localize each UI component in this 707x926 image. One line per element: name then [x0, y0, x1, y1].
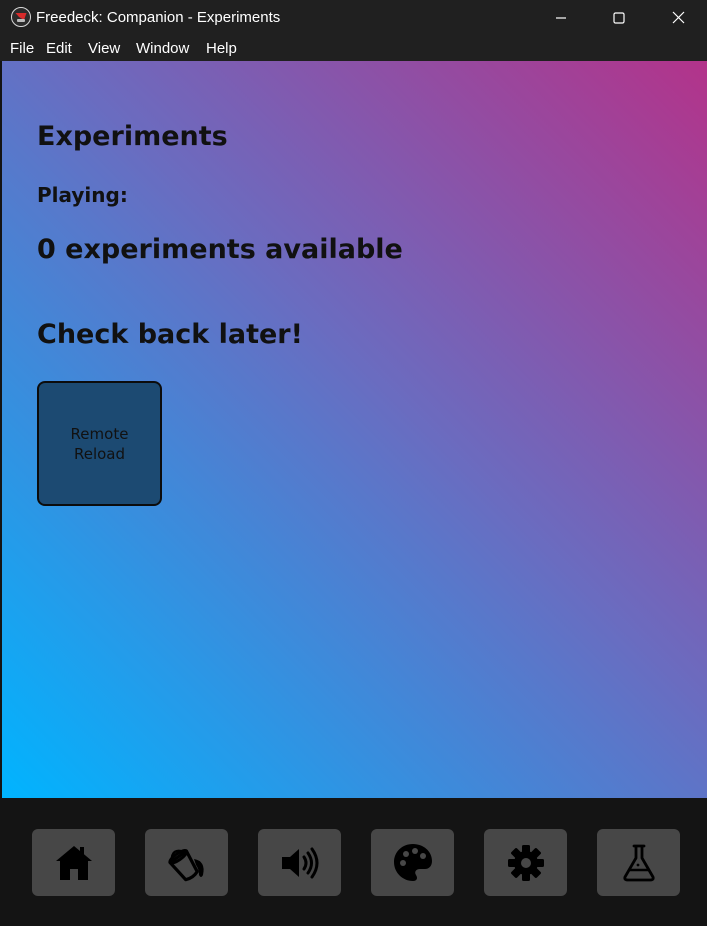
experiments-page: Experiments Playing: 0 experiments avail…	[2, 61, 707, 798]
maximize-icon	[613, 11, 625, 24]
nav-home-button[interactable]	[32, 829, 115, 896]
page-title: Experiments	[37, 121, 228, 152]
close-icon	[672, 11, 684, 24]
check-back-message: Check back later!	[37, 319, 303, 350]
palette-icon	[393, 843, 432, 881]
menu-edit[interactable]: Edit	[46, 35, 72, 61]
menu-file[interactable]: File	[10, 35, 34, 61]
paint-bucket-icon	[167, 848, 204, 881]
maximize-button[interactable]	[590, 0, 648, 35]
flask-icon	[622, 844, 655, 881]
nav-sound-button[interactable]	[258, 829, 341, 896]
remote-reload-label: Remote Reload	[70, 424, 129, 463]
bottom-nav	[0, 798, 707, 926]
nav-settings-button[interactable]	[484, 829, 567, 896]
home-icon	[55, 845, 92, 880]
menu-window[interactable]: Window	[136, 35, 189, 61]
volume-icon	[281, 847, 318, 878]
menu-bar: File Edit View Window Help	[0, 35, 707, 61]
playing-label: Playing:	[37, 183, 128, 207]
title-bar: Freedeck: Companion - Experiments	[0, 0, 707, 35]
remote-reload-button[interactable]: Remote Reload	[37, 381, 162, 506]
window-title: Freedeck: Companion - Experiments	[36, 9, 281, 26]
minimize-icon	[556, 16, 566, 19]
menu-view[interactable]: View	[88, 35, 120, 61]
gear-icon	[507, 844, 544, 881]
freedeck-logo-icon	[11, 7, 31, 27]
minimize-button[interactable]	[532, 0, 590, 35]
app-window: Freedeck: Companion - Experiments File E…	[0, 0, 707, 926]
close-button[interactable]	[649, 0, 707, 35]
experiments-count: 0 experiments available	[37, 234, 403, 265]
nav-theme-button[interactable]	[371, 829, 454, 896]
nav-experiments-button[interactable]	[597, 829, 680, 896]
menu-help[interactable]: Help	[206, 35, 237, 61]
nav-paint-button[interactable]	[145, 829, 228, 896]
